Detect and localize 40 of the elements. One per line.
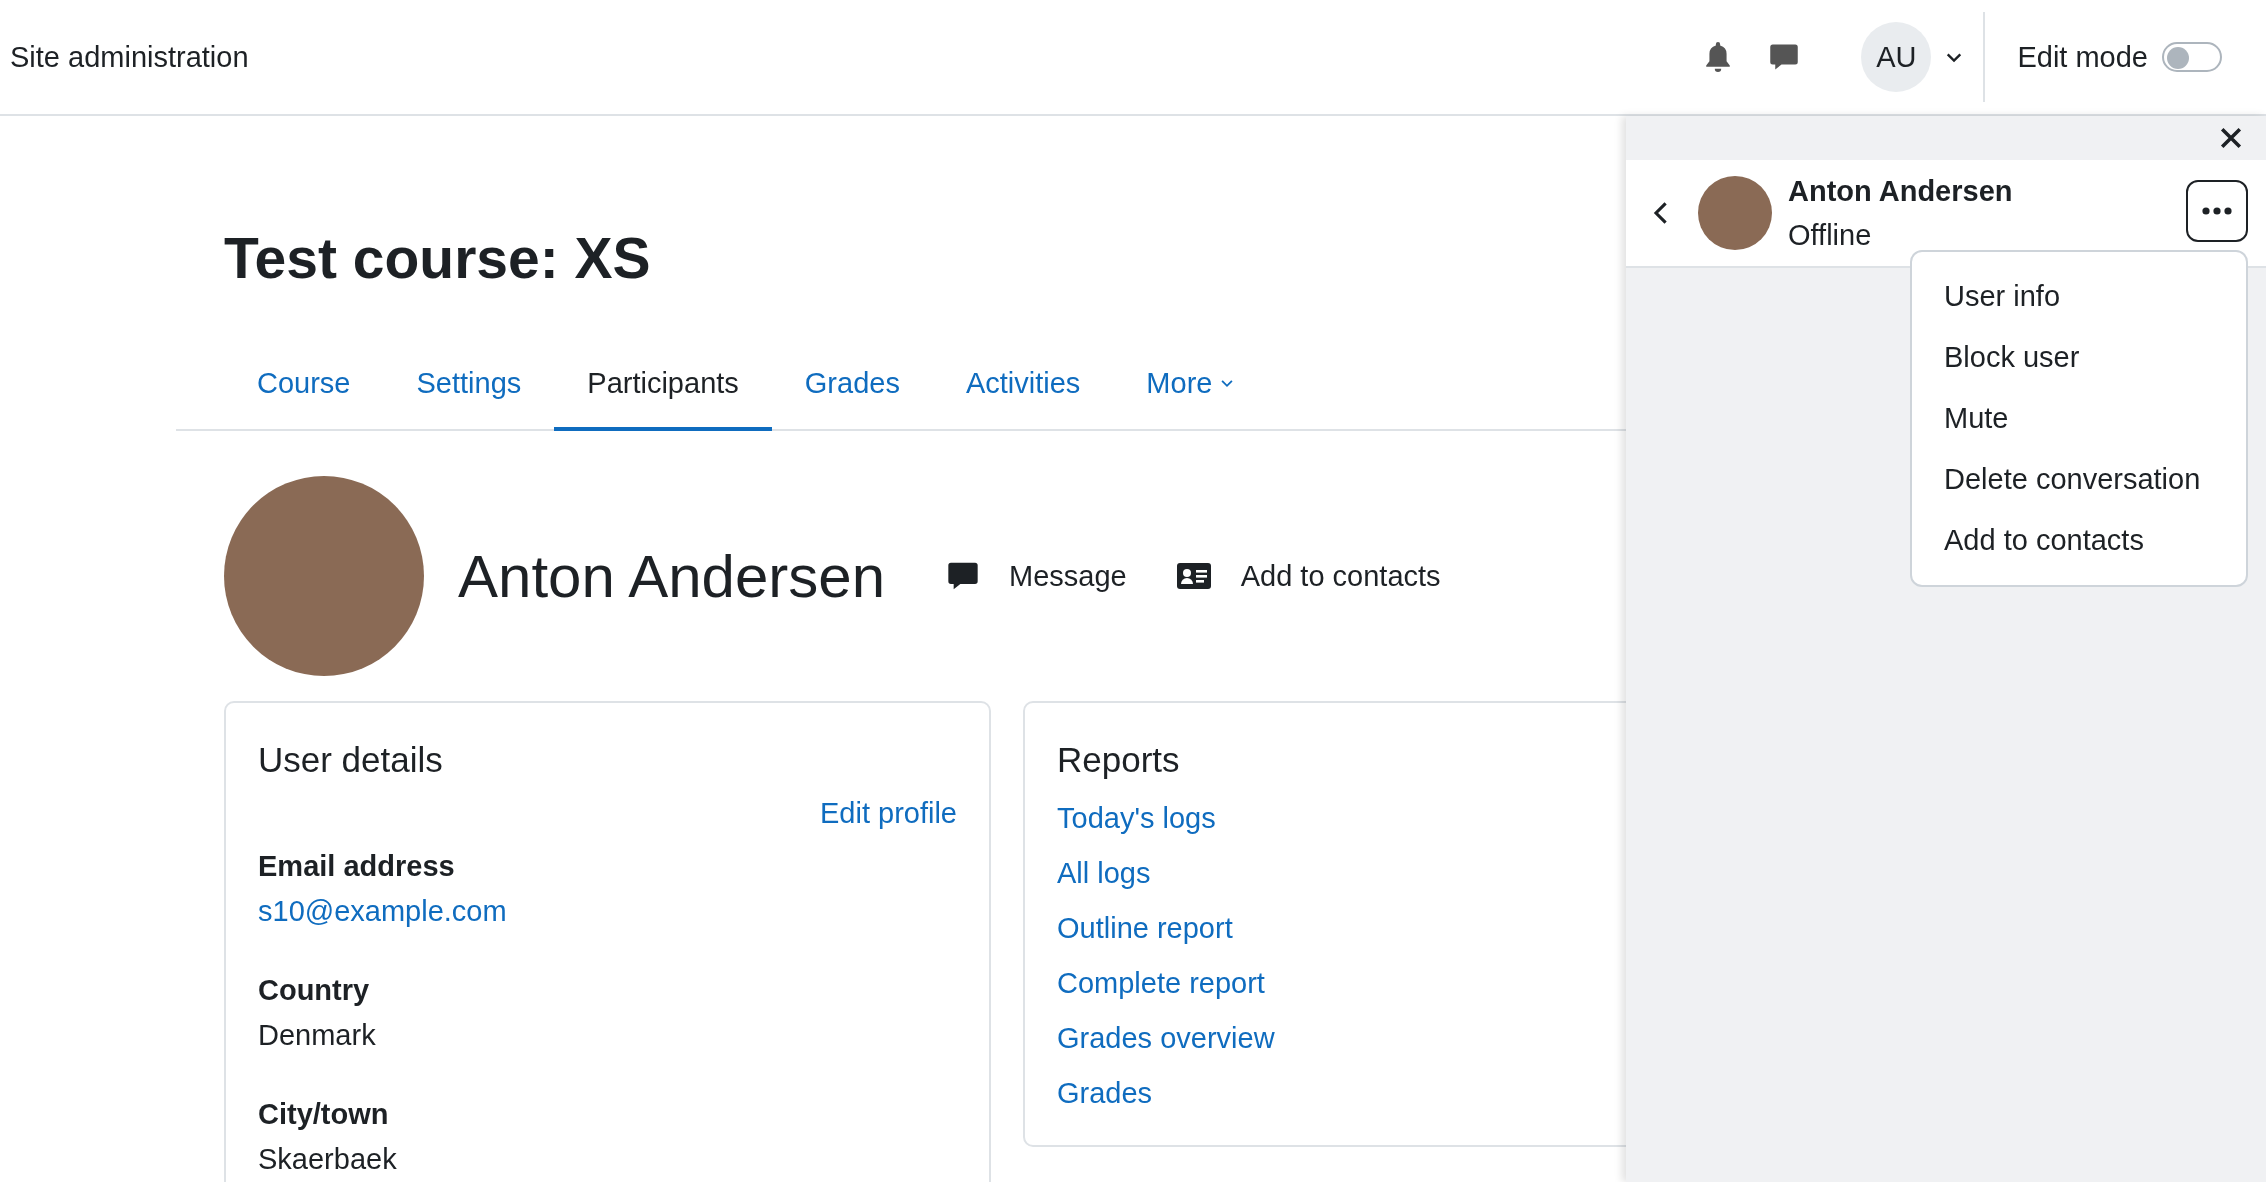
menu-item[interactable]: Add to contacts [1912, 510, 2246, 571]
notifications-button[interactable] [1705, 42, 1732, 72]
field-value: Denmark [258, 1018, 377, 1053]
email-link[interactable]: s10@example.com [258, 889, 957, 933]
course-tab[interactable]: Settings [383, 339, 555, 431]
bell-icon [1705, 42, 1732, 72]
contact-card-icon [1176, 563, 1211, 589]
menu-item[interactable]: Block user [1912, 327, 2246, 388]
site-title: Site administration [10, 40, 250, 74]
user-avatar[interactable]: AU [1861, 22, 1932, 92]
course-tab[interactable]: Activities [932, 339, 1114, 431]
edit-profile-link[interactable]: Edit profile [820, 791, 957, 835]
course-tab[interactable]: Participants [554, 339, 772, 431]
course-tab[interactable]: Grades [771, 339, 933, 431]
menu-item[interactable]: User info [1912, 266, 2246, 327]
field-label: Email address [258, 849, 456, 884]
close-icon [2220, 127, 2242, 149]
card-title: User details [258, 739, 444, 781]
edit-mode-label: Edit mode [2017, 40, 2148, 74]
user-name: Anton Andersen [458, 541, 885, 611]
course-title: Test course: XS [224, 225, 651, 292]
close-button[interactable] [2220, 127, 2242, 149]
speech-bubble-icon [1769, 42, 1800, 72]
course-tab[interactable]: More [1113, 339, 1268, 431]
ellipsis-icon [2202, 207, 2232, 215]
contact-name: Anton Andersen [1788, 174, 2014, 209]
more-options-button[interactable] [2186, 180, 2248, 242]
field-label: Country [258, 973, 371, 1008]
menu-item[interactable]: Mute [1912, 388, 2246, 449]
menu-item[interactable]: Delete conversation [1912, 449, 2246, 510]
messages-button[interactable] [1769, 42, 1800, 72]
card-title: Reports [1057, 739, 1181, 781]
field-value: Skaerbaek [258, 1142, 398, 1177]
contact-status: Offline [1788, 218, 1873, 253]
edit-mode-switch[interactable] [2162, 42, 2222, 72]
field-label: City/town [258, 1097, 390, 1132]
speech-bubble-icon [947, 560, 979, 592]
profile-action-link[interactable]: Message [947, 559, 1127, 593]
course-tab[interactable]: Course [224, 339, 384, 431]
profile-action-link[interactable]: Add to contacts [1176, 559, 1441, 593]
